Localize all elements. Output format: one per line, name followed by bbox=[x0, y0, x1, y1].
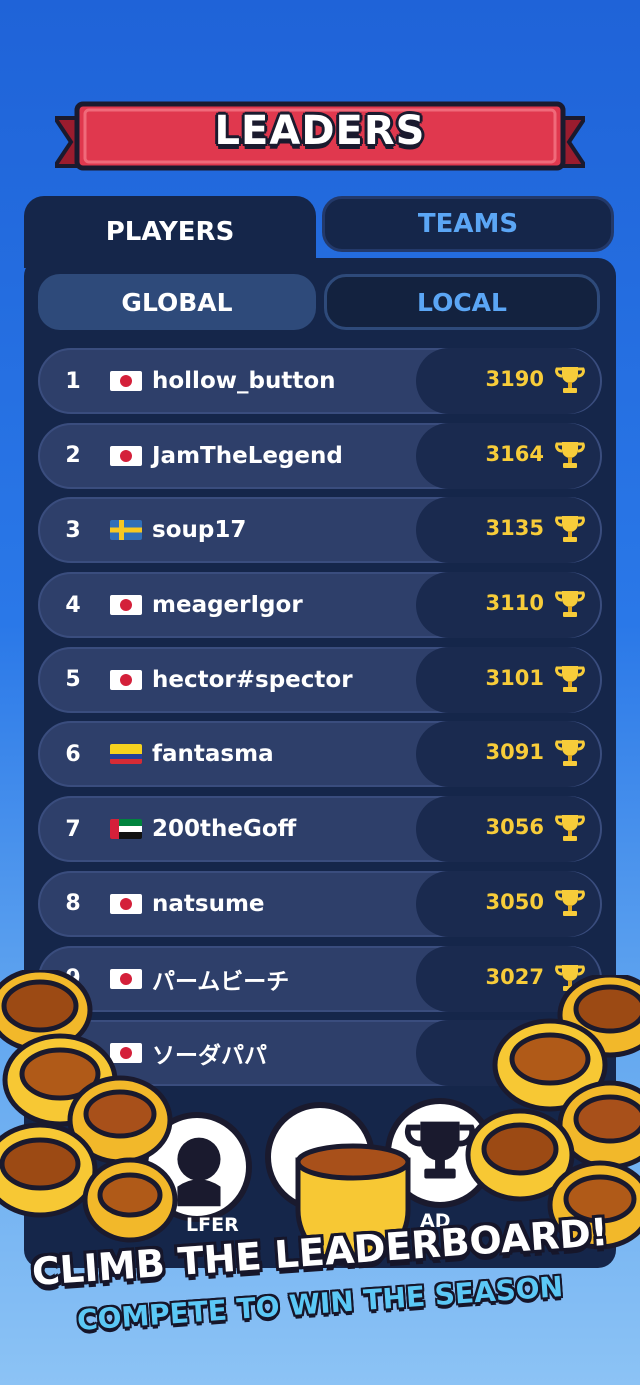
tab-teams[interactable]: TEAMS bbox=[322, 196, 614, 252]
rank-number: 8 bbox=[65, 891, 81, 917]
player-name: hollow_button bbox=[152, 368, 336, 394]
player-name: meagerIgor bbox=[152, 592, 303, 619]
trophy-score: 3110 bbox=[485, 591, 544, 616]
score-box: 3110 bbox=[416, 572, 600, 639]
trophy-icon bbox=[555, 516, 585, 543]
japan-flag-icon bbox=[110, 445, 142, 466]
japan-flag-icon bbox=[110, 669, 142, 690]
trophy-icon bbox=[555, 889, 585, 916]
trophy-score: 3135 bbox=[485, 516, 544, 541]
rank-number: 7 bbox=[65, 816, 81, 842]
trophy-icon bbox=[555, 591, 585, 618]
score-box: 3056 bbox=[416, 796, 600, 863]
score-box: 3101 bbox=[416, 646, 600, 713]
rank-number: 3 bbox=[65, 517, 81, 543]
leaderboard-row[interactable]: 7 200theGoff 3056 bbox=[38, 796, 602, 863]
player-name: hector#spector bbox=[152, 666, 353, 693]
player-name: 200theGoff bbox=[152, 816, 297, 843]
score-box: 3164 bbox=[416, 422, 600, 489]
rank-number: 6 bbox=[65, 741, 81, 767]
trophy-icon bbox=[555, 815, 585, 842]
leaderboard-row[interactable]: 4 meagerIgor 3110 bbox=[38, 572, 602, 639]
rank-number: 5 bbox=[65, 667, 81, 693]
scope-global-button[interactable]: GLOBAL bbox=[38, 274, 316, 330]
score-box: 3050 bbox=[416, 870, 600, 937]
score-box: 3091 bbox=[416, 721, 600, 788]
leaderboard-row[interactable]: 5 hector#spector 3101 bbox=[38, 646, 602, 713]
uae-flag-icon bbox=[110, 819, 142, 840]
leaderboard-row[interactable]: 8 natsume 3050 bbox=[38, 870, 602, 937]
player-name: natsume bbox=[152, 890, 265, 917]
rank-number: 2 bbox=[65, 443, 81, 469]
trophy-icon bbox=[555, 740, 585, 767]
trophy-icon bbox=[555, 665, 585, 692]
tab-players[interactable]: PLAYERS bbox=[24, 196, 316, 268]
trophy-score: 3190 bbox=[485, 367, 544, 391]
player-name: soup17 bbox=[152, 517, 247, 544]
scope-local-button[interactable]: LOCAL bbox=[324, 274, 600, 330]
leaderboard-row[interactable]: 1 hollow_button 3190 bbox=[38, 348, 602, 414]
trophy-score: 3050 bbox=[485, 889, 544, 914]
rank-number: 1 bbox=[65, 368, 81, 394]
japan-flag-icon bbox=[110, 595, 142, 616]
trophy-score: 3091 bbox=[485, 740, 544, 765]
trophy-score: 3164 bbox=[485, 441, 544, 466]
japan-flag-icon bbox=[110, 371, 142, 391]
leaderboard-row[interactable]: 3 soup17 3135 bbox=[38, 497, 602, 564]
player-name: JamTheLegend bbox=[152, 442, 343, 469]
rank-number: 4 bbox=[65, 592, 81, 618]
page-title: LEADERS bbox=[214, 108, 426, 154]
trophy-score: 3056 bbox=[485, 815, 544, 840]
leaderboard-row[interactable]: 2 JamTheLegend 3164 bbox=[38, 422, 602, 489]
leaderboard-row[interactable]: 6 fantasma 3091 bbox=[38, 721, 602, 788]
trophy-icon bbox=[555, 367, 585, 393]
sweden-flag-icon bbox=[110, 520, 142, 541]
score-box: 3135 bbox=[416, 497, 600, 564]
japan-flag-icon bbox=[110, 893, 142, 914]
trophy-icon bbox=[555, 441, 585, 468]
colombia-flag-icon bbox=[110, 744, 142, 765]
trophy-score: 3101 bbox=[485, 665, 544, 690]
player-name: fantasma bbox=[152, 741, 274, 768]
score-box: 3190 bbox=[416, 348, 600, 414]
